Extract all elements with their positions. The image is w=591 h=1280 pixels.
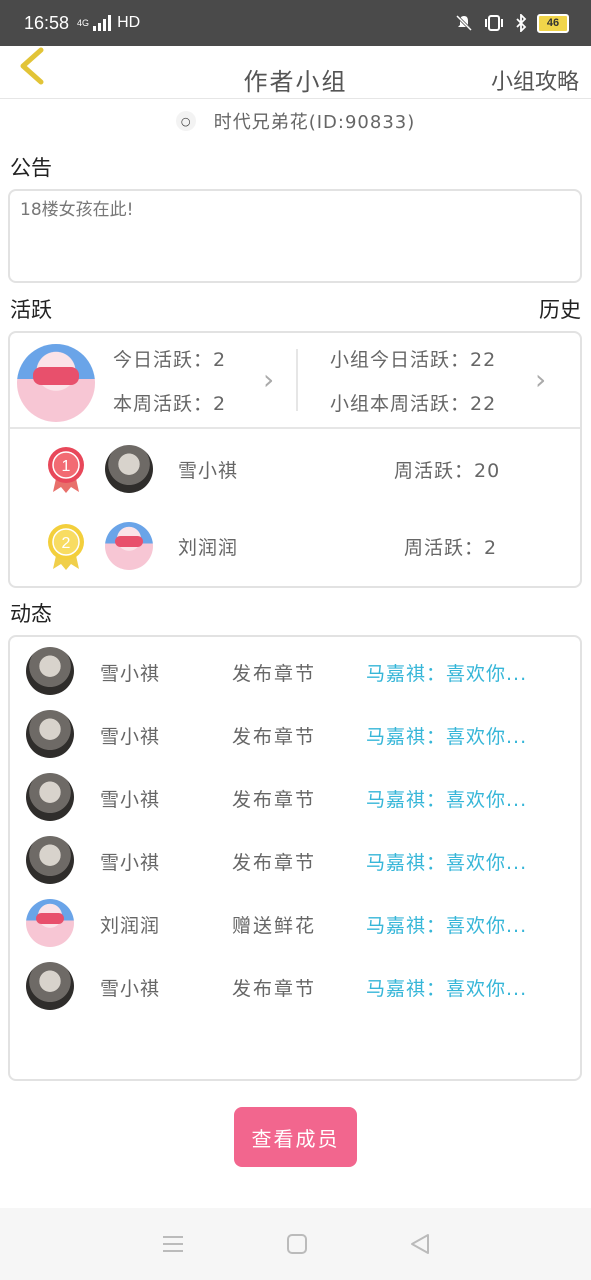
feed-detail-link[interactable]: 马嘉祺：喜欢你... <box>366 974 527 1001</box>
network-indicator: 4G HD <box>77 14 140 32</box>
feed-member-name: 雪小祺 <box>100 789 161 811</box>
member-avatar <box>26 836 74 884</box>
activity-label: 活跃 <box>10 298 52 322</box>
status-time: 16:58 <box>24 12 70 33</box>
member-avatar <box>26 710 74 758</box>
menu-icon[interactable] <box>161 1234 185 1254</box>
feed-item[interactable]: 雪小祺 发布章节 马嘉祺：喜欢你... <box>10 832 580 888</box>
member-week-activity: 周活跃：20 <box>394 460 501 482</box>
feed-action: 发布章节 <box>232 663 317 685</box>
feed-detail-link[interactable]: 马嘉祺：喜欢你... <box>366 848 527 875</box>
signal-icon <box>93 15 112 31</box>
member-avatar <box>26 899 74 947</box>
activity-stats: 今日活跃：2 本周活跃：2 › 小组今日活跃：22 小组本周活跃：22 › <box>10 333 580 427</box>
rank-number: 2 <box>62 535 71 552</box>
history-link[interactable]: 历史 <box>539 294 581 324</box>
member-avatar <box>105 522 153 570</box>
vibrate-icon <box>485 15 503 31</box>
feed-detail-link[interactable]: 马嘉祺：喜欢你... <box>366 911 527 938</box>
group-owner-text: 时代兄弟花(ID:90833) <box>213 112 416 133</box>
feed-card: 雪小祺 发布章节 马嘉祺：喜欢你... 雪小祺 发布章节 马嘉祺：喜欢你... … <box>8 635 582 1081</box>
member-week-activity: 周活跃：2 <box>404 537 498 559</box>
battery-icon: 46 <box>537 13 569 33</box>
back-triangle-icon[interactable] <box>409 1233 431 1255</box>
feed-action: 发布章节 <box>232 726 317 748</box>
member-avatar <box>26 773 74 821</box>
feed-action: 发布章节 <box>232 852 317 874</box>
group-owner-row: ○ 时代兄弟花(ID:90833) <box>0 108 591 134</box>
chevron-right-icon: › <box>263 363 275 396</box>
notice-text: 18楼女孩在此! <box>20 200 134 220</box>
notice-label: 公告 <box>10 156 52 180</box>
owner-avatar-icon: ○ <box>175 111 196 131</box>
member-avatar <box>26 962 74 1010</box>
feed-member-name: 雪小祺 <box>100 663 161 685</box>
divider <box>10 427 580 429</box>
network-type: 4G <box>77 18 90 28</box>
feed-label: 动态 <box>10 602 52 626</box>
feed-item[interactable]: 雪小祺 发布章节 马嘉祺：喜欢你... <box>10 958 580 1014</box>
feed-action: 发布章节 <box>232 978 317 1000</box>
feed-detail-link[interactable]: 马嘉祺：喜欢你... <box>366 659 527 686</box>
stats-divider <box>296 349 298 411</box>
member-avatar <box>105 445 153 493</box>
feed-item[interactable]: 雪小祺 发布章节 马嘉祺：喜欢你... <box>10 769 580 825</box>
feed-member-name: 刘润润 <box>100 915 161 937</box>
feed-detail-link[interactable]: 马嘉祺：喜欢你... <box>366 722 527 749</box>
member-name: 雪小祺 <box>178 460 239 482</box>
feed-item[interactable]: 刘润润 赠送鲜花 马嘉祺：喜欢你... <box>10 895 580 951</box>
silver-medal-icon: 2 <box>48 524 84 570</box>
rank-row[interactable]: 2 刘润润 周活跃：2 <box>10 517 580 577</box>
feed-item[interactable]: 雪小祺 发布章节 马嘉祺：喜欢你... <box>10 643 580 699</box>
home-icon[interactable] <box>286 1233 308 1255</box>
mute-icon <box>455 14 473 32</box>
hd-label: HD <box>117 14 141 31</box>
group-guide-link[interactable]: 小组攻略 <box>491 64 579 96</box>
rank-number: 1 <box>62 458 71 475</box>
status-right: 46 <box>455 13 569 33</box>
feed-action: 发布章节 <box>232 789 317 811</box>
system-navigation-bar <box>0 1208 591 1280</box>
navigation-bar: 作者小组 小组攻略 <box>0 46 591 99</box>
feed-action: 赠送鲜花 <box>232 915 317 937</box>
group-week-activity: 小组本周活跃：22 <box>330 393 497 415</box>
my-activity-button[interactable]: 今日活跃：2 本周活跃：2 › <box>105 333 285 427</box>
feed-detail-link[interactable]: 马嘉祺：喜欢你... <box>366 785 527 812</box>
member-name: 刘润润 <box>178 537 239 559</box>
group-today-activity: 小组今日活跃：22 <box>330 349 497 371</box>
view-members-button[interactable]: 查看成员 <box>234 1107 357 1167</box>
my-today-activity: 今日活跃：2 <box>113 349 227 371</box>
chevron-right-icon: › <box>535 363 547 396</box>
bluetooth-icon <box>516 14 527 32</box>
feed-member-name: 雪小祺 <box>100 978 161 1000</box>
feed-member-name: 雪小祺 <box>100 726 161 748</box>
gold-medal-icon: 1 <box>48 447 84 493</box>
status-bar: 16:58 4G HD 46 <box>0 0 591 46</box>
notice-card: 18楼女孩在此! <box>8 189 582 283</box>
feed-item[interactable]: 雪小祺 发布章节 马嘉祺：喜欢你... <box>10 706 580 762</box>
my-week-activity: 本周活跃：2 <box>113 393 227 415</box>
activity-card: 今日活跃：2 本周活跃：2 › 小组今日活跃：22 小组本周活跃：22 › 1 … <box>8 331 582 588</box>
feed-member-name: 雪小祺 <box>100 852 161 874</box>
rank-row[interactable]: 1 雪小祺 周活跃：20 <box>10 440 580 500</box>
group-activity-button[interactable]: 小组今日活跃：22 小组本周活跃：22 › <box>310 333 580 427</box>
status-left: 16:58 4G HD <box>24 13 140 34</box>
member-avatar <box>26 647 74 695</box>
my-avatar <box>17 344 95 422</box>
